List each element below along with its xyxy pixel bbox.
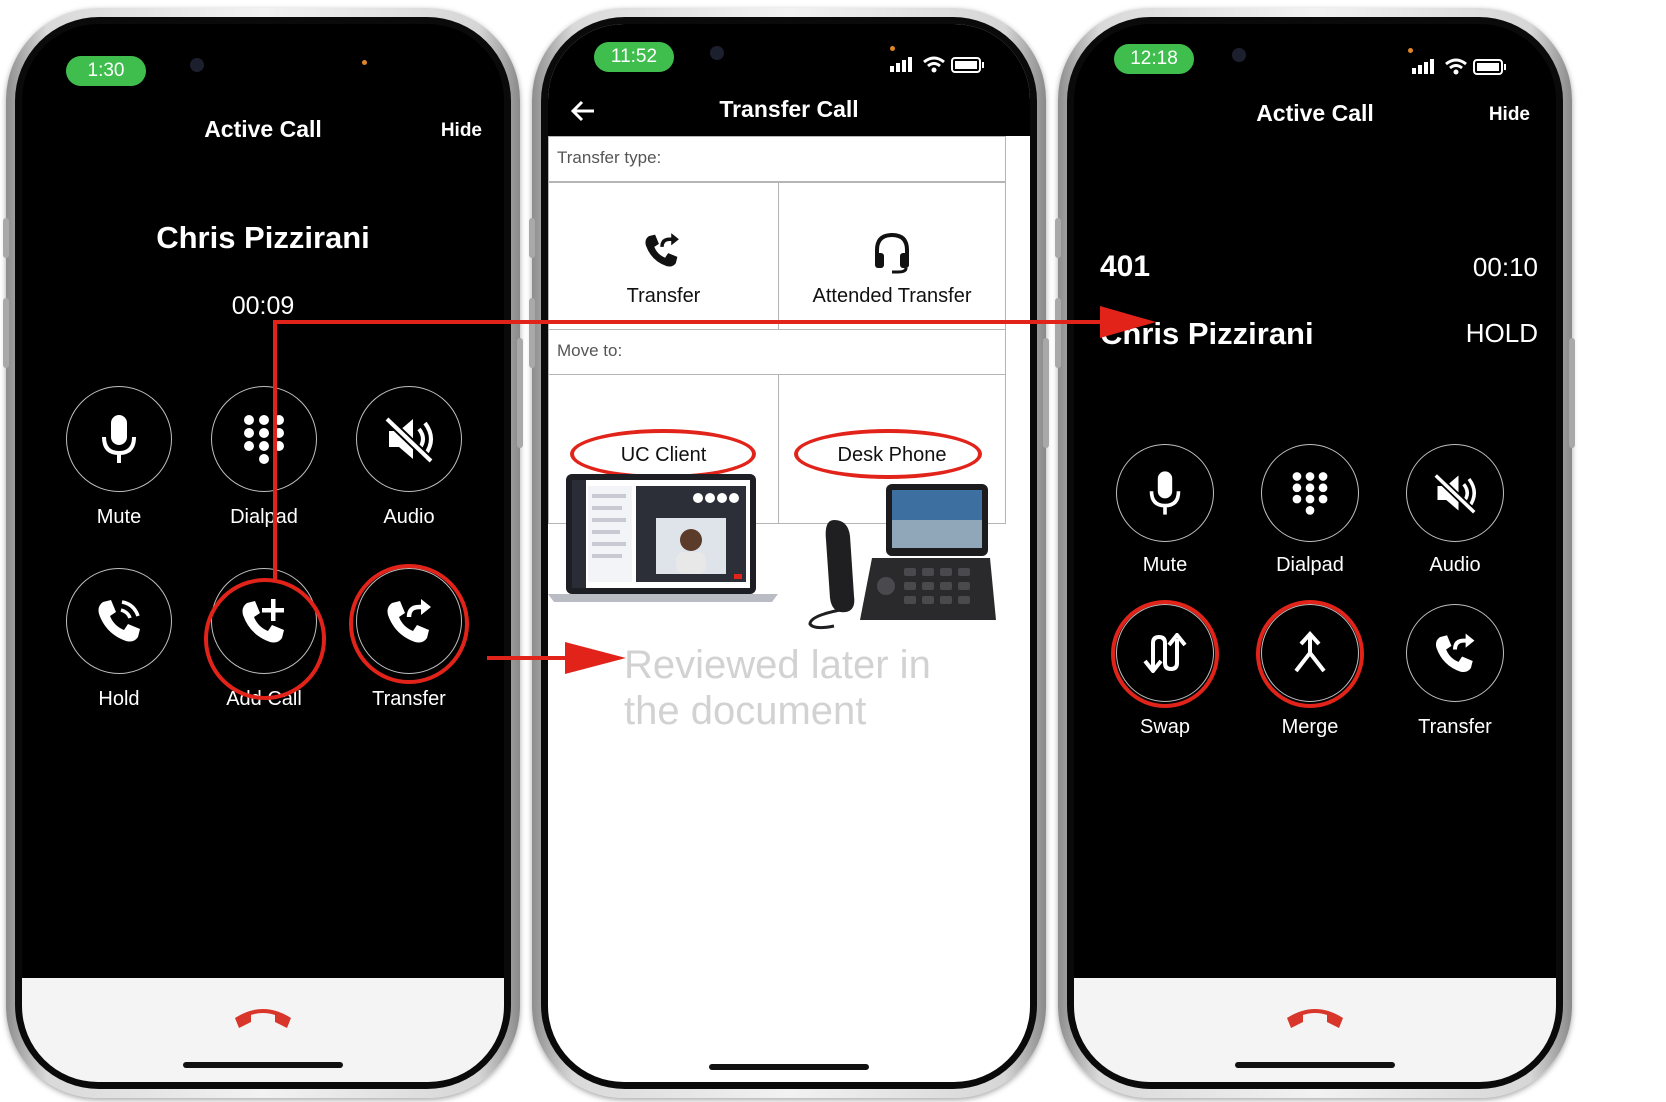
annotation-arrows: [273, 306, 1156, 674]
add-call-arrowhead: [1100, 306, 1156, 338]
transfer-arrowhead: [565, 642, 626, 674]
add-call-arrow-line: [273, 320, 1100, 582]
